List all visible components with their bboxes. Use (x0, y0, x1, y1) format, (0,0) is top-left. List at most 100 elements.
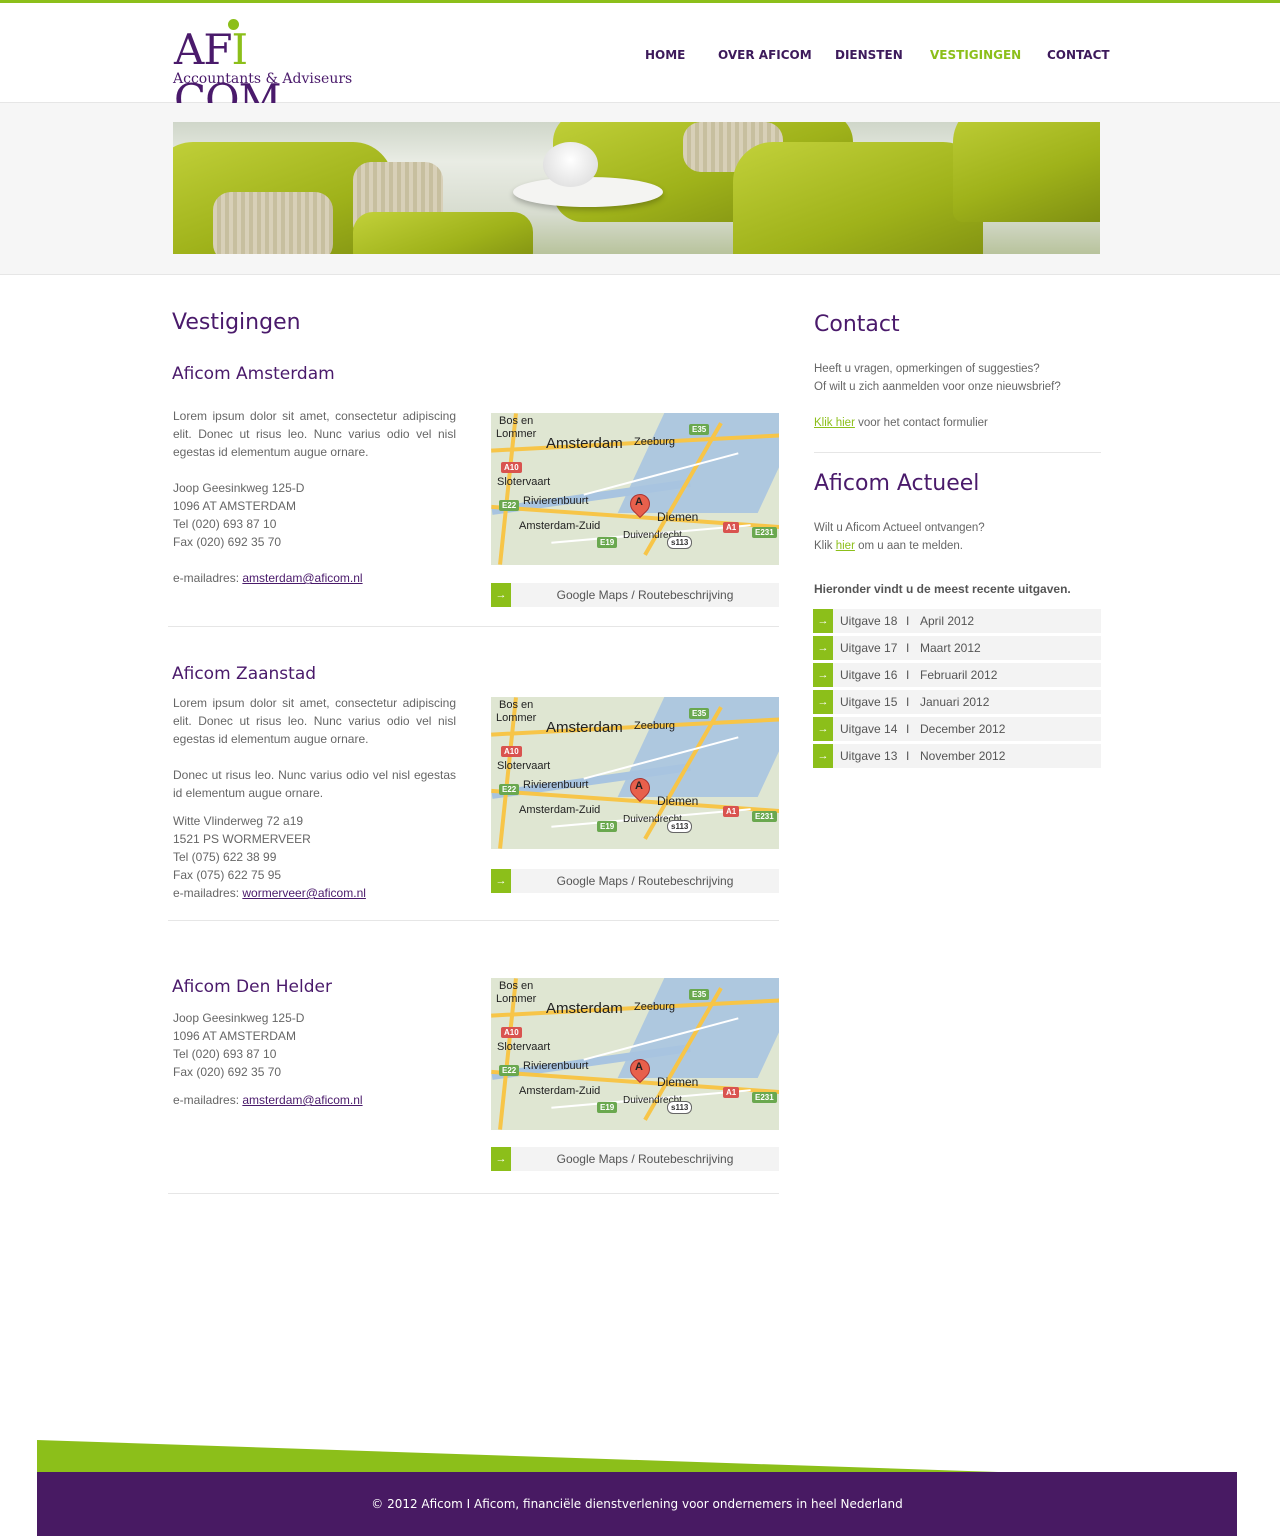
issue-item[interactable]: → Uitgave 17 I Maart 2012 (813, 636, 1101, 660)
issue-number: Uitgave 16 (840, 668, 898, 682)
arrow-right-icon: → (491, 1147, 511, 1171)
issue-date: Maart 2012 (920, 641, 981, 655)
address-street: Joop Geesinkweg 125-D (173, 481, 305, 495)
actueel-signup-link[interactable]: hier (836, 540, 855, 552)
issue-item[interactable]: → Uitgave 14 I December 2012 (813, 717, 1101, 741)
google-maps-button-label: Google Maps / Routebeschrijving (556, 1152, 734, 1166)
road-shield: E231 (752, 1092, 777, 1103)
email-label: e-mailadres: (173, 571, 243, 585)
map-pin-letter: A (635, 780, 643, 792)
issue-separator: I (906, 614, 910, 628)
arrow-right-icon: → (813, 636, 833, 660)
arrow-right-icon: → (491, 583, 511, 607)
issue-date: Februaril 2012 (920, 668, 998, 682)
actueel-intro: Wilt u Aficom Actueel ontvangen? Klik hi… (814, 519, 985, 555)
location-map[interactable]: Bos en Lommer Amsterdam Zeeburg E35 A10 … (491, 413, 779, 565)
road-shield: A1 (723, 806, 740, 817)
map-label: Amsterdam-Zuid (519, 804, 601, 816)
map-pin-letter: A (635, 496, 643, 508)
issue-separator: I (906, 695, 910, 709)
google-maps-button[interactable]: → Google Maps / Routebeschrijving (491, 583, 779, 607)
email-link[interactable]: wormerveer@aficom.nl (242, 886, 366, 900)
nav-item-over-aficom[interactable]: OVER AFICOM (718, 48, 812, 62)
map-label: Lommer (496, 428, 537, 440)
map-label: Rivierenbuurt (523, 495, 589, 507)
address-fax: Fax (020) 692 35 70 (173, 535, 282, 549)
location-map[interactable]: Bos en Lommer Amsterdam Zeeburg E35 A10 … (491, 697, 779, 849)
location-title-den-helder: Aficom Den Helder (172, 977, 332, 997)
arrow-right-icon: → (813, 744, 833, 768)
location-title-amsterdam: Aficom Amsterdam (172, 364, 335, 384)
email-label: e-mailadres: (173, 1093, 243, 1107)
location-description: Lorem ipsum dolor sit amet, consectetur … (173, 696, 456, 746)
issue-separator: I (906, 749, 910, 763)
location-title-zaanstad: Aficom Zaanstad (172, 664, 317, 684)
road-shield: A1 (723, 522, 740, 533)
footer-text: © 2012 Aficom I Aficom, financiële diens… (371, 1497, 903, 1511)
map-label: Diemen (657, 1075, 699, 1089)
road-shield: A10 (501, 746, 522, 757)
issue-item[interactable]: → Uitgave 16 I Februaril 2012 (813, 663, 1101, 687)
page-title: Vestigingen (172, 310, 301, 335)
road-shield: A10 (501, 462, 522, 473)
logo-i: I (231, 25, 248, 74)
email-label: e-mailadres: (173, 886, 243, 900)
section-divider (168, 626, 779, 627)
arrow-right-icon: → (813, 609, 833, 633)
map-label: Zeeburg (634, 1001, 675, 1013)
issue-item[interactable]: → Uitgave 13 I November 2012 (813, 744, 1101, 768)
issue-number: Uitgave 17 (840, 641, 898, 655)
contact-form-text: voor het contact formulier (854, 417, 988, 429)
issue-date: Januari 2012 (920, 695, 990, 709)
map-label: Amsterdam (546, 719, 623, 736)
location-map[interactable]: Bos en Lommer Amsterdam Zeeburg E35 A10 … (491, 978, 779, 1130)
issue-item[interactable]: → Uitgave 15 I Januari 2012 (813, 690, 1101, 714)
map-label: Zeeburg (634, 720, 675, 732)
email-link[interactable]: amsterdam@aficom.nl (242, 571, 362, 585)
map-label: Slotervaart (497, 760, 551, 772)
google-maps-button[interactable]: → Google Maps / Routebeschrijving (491, 1147, 779, 1171)
road-shield: E19 (597, 1102, 618, 1113)
address-fax: Fax (020) 692 35 70 (173, 1065, 282, 1079)
map-label: Diemen (657, 510, 699, 524)
map-label: Bos en (499, 980, 534, 992)
map-label: Diemen (657, 794, 699, 808)
contact-intro: Heeft u vragen, opmerkingen of suggestie… (814, 360, 1061, 396)
contact-form-link[interactable]: Klik hier (814, 417, 855, 429)
map-label: Slotervaart (497, 476, 551, 488)
map-label: Amsterdam (546, 1000, 623, 1017)
arrow-right-icon: → (813, 717, 833, 741)
nav-item-contact[interactable]: CONTACT (1047, 48, 1110, 62)
location-description: Lorem ipsum dolor sit amet, consectetur … (173, 409, 456, 459)
issue-separator: I (906, 668, 910, 682)
road-shield: E22 (499, 500, 520, 511)
nav-item-vestigingen[interactable]: VESTIGINGEN (930, 48, 1021, 62)
issue-separator: I (906, 641, 910, 655)
issue-date: December 2012 (920, 722, 1006, 736)
map-label: Amsterdam-Zuid (519, 1085, 601, 1097)
logo[interactable]: AFICOM Accountants & Adviseurs (172, 19, 352, 124)
google-maps-button[interactable]: → Google Maps / Routebeschrijving (491, 869, 779, 893)
road-shield: E35 (689, 708, 710, 719)
arrow-right-icon: → (813, 690, 833, 714)
map-label: Amsterdam (546, 435, 623, 452)
road-shield: E19 (597, 537, 618, 548)
map-pin-letter: A (635, 1061, 643, 1073)
address-street: Joop Geesinkweg 125-D (173, 1011, 305, 1025)
road-shield: E22 (499, 1065, 520, 1076)
map-label: Bos en (499, 699, 534, 711)
issue-number: Uitgave 14 (840, 722, 898, 736)
contact-title: Contact (814, 312, 900, 337)
map-label: Zeeburg (634, 436, 675, 448)
email-link[interactable]: amsterdam@aficom.nl (242, 1093, 362, 1107)
issue-item[interactable]: → Uitgave 18 I April 2012 (813, 609, 1101, 633)
nav-item-home[interactable]: HOME (645, 48, 685, 62)
sidebar-divider (814, 452, 1101, 453)
road-shield: E231 (752, 527, 777, 538)
issue-date: November 2012 (920, 749, 1006, 763)
address-city: 1096 AT AMSTERDAM (173, 1029, 296, 1043)
nav-item-diensten[interactable]: DIENSTEN (835, 48, 903, 62)
footer: © 2012 Aficom I Aficom, financiële diens… (37, 1472, 1237, 1536)
location-description: Donec ut risus leo. Nunc varius odio vel… (173, 768, 456, 800)
logo-prefix: AF (174, 25, 232, 74)
